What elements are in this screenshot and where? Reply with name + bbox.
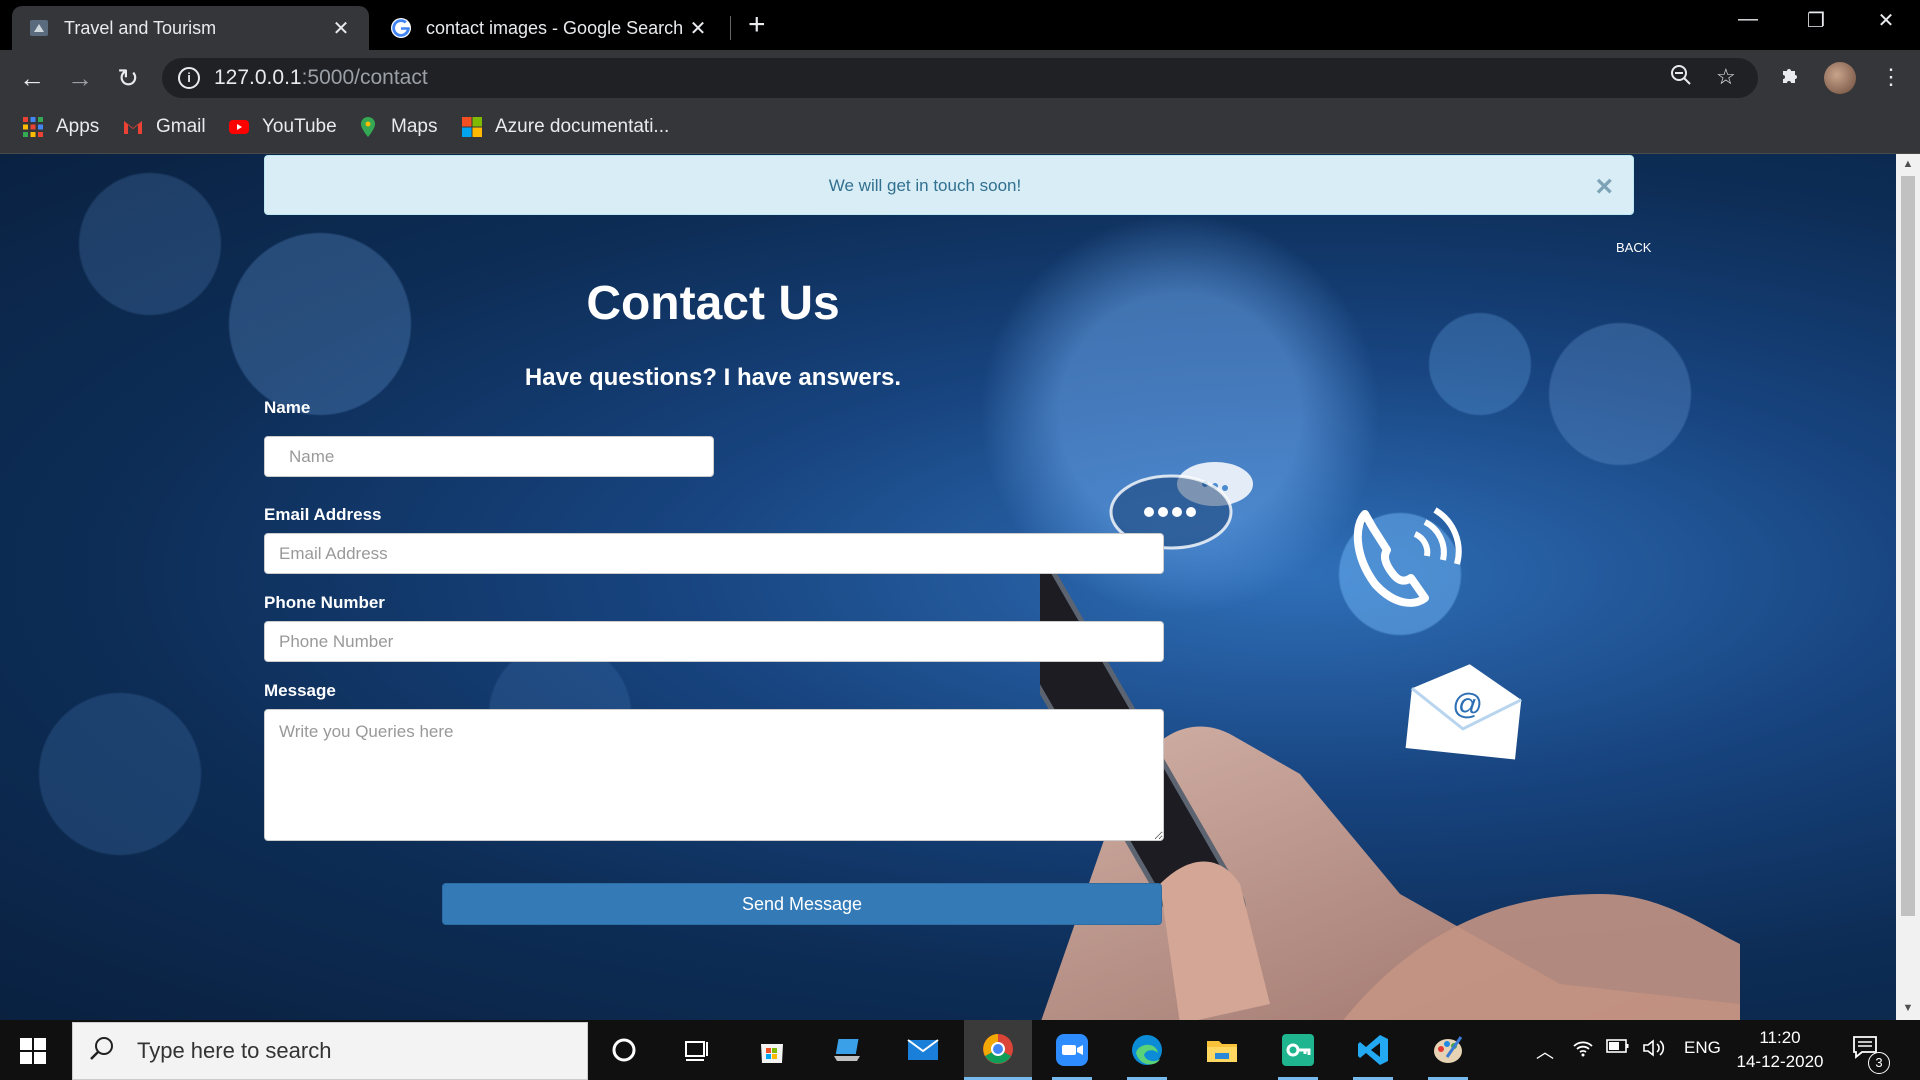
back-arrow-icon[interactable]: ← [16, 62, 48, 94]
page-viewport: @ We will get in touch soon! × BACK Cont… [0, 154, 1896, 1020]
close-tab-icon[interactable]: ✕ [686, 16, 710, 41]
name-label: Name [264, 398, 311, 417]
key-app-icon[interactable] [1278, 1030, 1318, 1070]
email-envelope-icon: @ [1405, 664, 1522, 760]
bookmark-label: Azure documentati... [495, 116, 670, 137]
search-icon [89, 1035, 119, 1068]
site-favicon-icon [28, 17, 50, 39]
bookmark-maps[interactable]: Maps [357, 116, 437, 138]
task-view-icon[interactable] [676, 1030, 716, 1070]
vscode-icon[interactable] [1353, 1030, 1393, 1070]
alert-close-icon[interactable]: × [1595, 172, 1613, 202]
microsoft-store-icon[interactable] [752, 1030, 792, 1070]
paint-app-icon[interactable] [1428, 1030, 1468, 1070]
tab-travel-and-tourism[interactable]: Travel and Tourism ✕ [12, 6, 369, 50]
message-textarea[interactable] [264, 709, 1164, 841]
scroll-down-arrow-icon[interactable]: ▼ [1896, 1002, 1920, 1014]
back-link[interactable]: BACK [1616, 240, 1651, 255]
bookmarks-bar: Apps Gmail YouTube Maps Azure documentat… [0, 106, 1920, 154]
google-icon [390, 17, 412, 39]
clock-time: 11:20 [1759, 1028, 1801, 1047]
success-alert: We will get in touch soon! × [264, 155, 1634, 215]
taskbar-search-box[interactable]: Type here to search [72, 1022, 588, 1080]
clock-date: 14-12-2020 [1736, 1052, 1824, 1071]
bookmark-label: Gmail [156, 116, 206, 137]
restore-icon[interactable]: ❐ [1796, 8, 1836, 33]
bookmark-label: Apps [56, 116, 100, 137]
message-label: Message [264, 681, 336, 700]
bookmark-gmail[interactable]: Gmail [122, 116, 206, 138]
browser-titlebar: Travel and Tourism ✕ contact images - Go… [0, 0, 1920, 50]
browser-menu-icon[interactable]: ⋮ [1880, 64, 1902, 90]
taskbar-search-placeholder: Type here to search [137, 1038, 332, 1063]
close-tab-icon[interactable]: ✕ [329, 16, 353, 41]
windows-taskbar: Type here to search ︿ ENG 11:20 14-12-20… [0, 1020, 1920, 1080]
zoom-app-icon[interactable] [1052, 1030, 1092, 1070]
address-bar[interactable]: i 127.0.0.1:5000/contact ☆ [162, 58, 1758, 98]
site-info-icon[interactable]: i [178, 67, 200, 89]
close-window-icon[interactable]: ✕ [1866, 8, 1906, 33]
tab-contact-images-search[interactable]: contact images - Google Search ✕ [374, 6, 726, 50]
svg-text:@: @ [1451, 687, 1485, 723]
notification-count-badge: 3 [1868, 1052, 1890, 1074]
extensions-puzzle-icon[interactable] [1780, 64, 1802, 92]
telephone-icon [1353, 507, 1462, 607]
volume-icon[interactable] [1642, 1038, 1666, 1063]
tab-title: contact images - Google Search [426, 17, 684, 38]
page-title: Contact Us [586, 277, 840, 330]
cortana-icon[interactable] [604, 1030, 644, 1070]
page-scrollbar[interactable]: ▲ ▼ [1896, 154, 1920, 1020]
tab-separator [730, 16, 731, 40]
scroll-up-arrow-icon[interactable]: ▲ [1896, 158, 1920, 170]
email-input[interactable] [264, 533, 1164, 574]
page-subtitle: Have questions? I have answers. [524, 364, 902, 391]
email-label: Email Address [264, 505, 382, 524]
gmail-icon [122, 116, 144, 138]
file-explorer-icon[interactable] [1202, 1030, 1242, 1070]
reload-icon[interactable]: ↻ [112, 62, 144, 94]
chrome-taskbar-icon[interactable] [964, 1020, 1032, 1080]
name-input[interactable] [264, 436, 714, 477]
mail-app-icon[interactable] [903, 1030, 943, 1070]
send-message-button[interactable]: Send Message [442, 883, 1162, 925]
microsoft-icon [461, 116, 483, 138]
battery-icon[interactable] [1606, 1038, 1630, 1059]
new-tab-icon[interactable]: + [748, 10, 766, 40]
wifi-icon[interactable] [1572, 1038, 1594, 1063]
minimize-icon[interactable]: — [1728, 8, 1768, 31]
bookmark-apps[interactable]: Apps [22, 116, 99, 138]
bookmark-label: YouTube [262, 116, 337, 137]
maps-pin-icon [357, 116, 379, 138]
show-hidden-icons-chevron-icon[interactable]: ︿ [1536, 1038, 1554, 1064]
scrollbar-thumb[interactable] [1901, 176, 1915, 916]
language-indicator[interactable]: ENG [1684, 1038, 1721, 1058]
url-text: 127.0.0.1:5000/contact [214, 66, 428, 89]
bookmark-azure-docs[interactable]: Azure documentati... [461, 116, 669, 138]
edge-icon[interactable] [1127, 1030, 1167, 1070]
profile-avatar[interactable] [1824, 62, 1856, 94]
bookmark-youtube[interactable]: YouTube [228, 116, 337, 138]
forward-arrow-icon[interactable]: → [64, 62, 96, 94]
windows-start-icon[interactable] [20, 1038, 46, 1064]
laptop-app-icon[interactable] [828, 1030, 868, 1070]
tab-title: Travel and Tourism [64, 17, 217, 38]
youtube-icon [228, 116, 250, 138]
phone-label: Phone Number [264, 593, 385, 612]
phone-input[interactable] [264, 621, 1164, 662]
browser-toolbar: ← → ↻ i 127.0.0.1:5000/contact ☆ ⋮ [0, 50, 1920, 106]
bookmark-star-icon[interactable]: ☆ [1716, 64, 1736, 90]
zoom-icon[interactable] [1670, 64, 1692, 92]
apps-grid-icon [22, 116, 44, 138]
bookmark-label: Maps [391, 116, 438, 137]
system-clock[interactable]: 11:20 14-12-2020 [1730, 1026, 1830, 1074]
alert-message: We will get in touch soon! [828, 176, 1022, 195]
